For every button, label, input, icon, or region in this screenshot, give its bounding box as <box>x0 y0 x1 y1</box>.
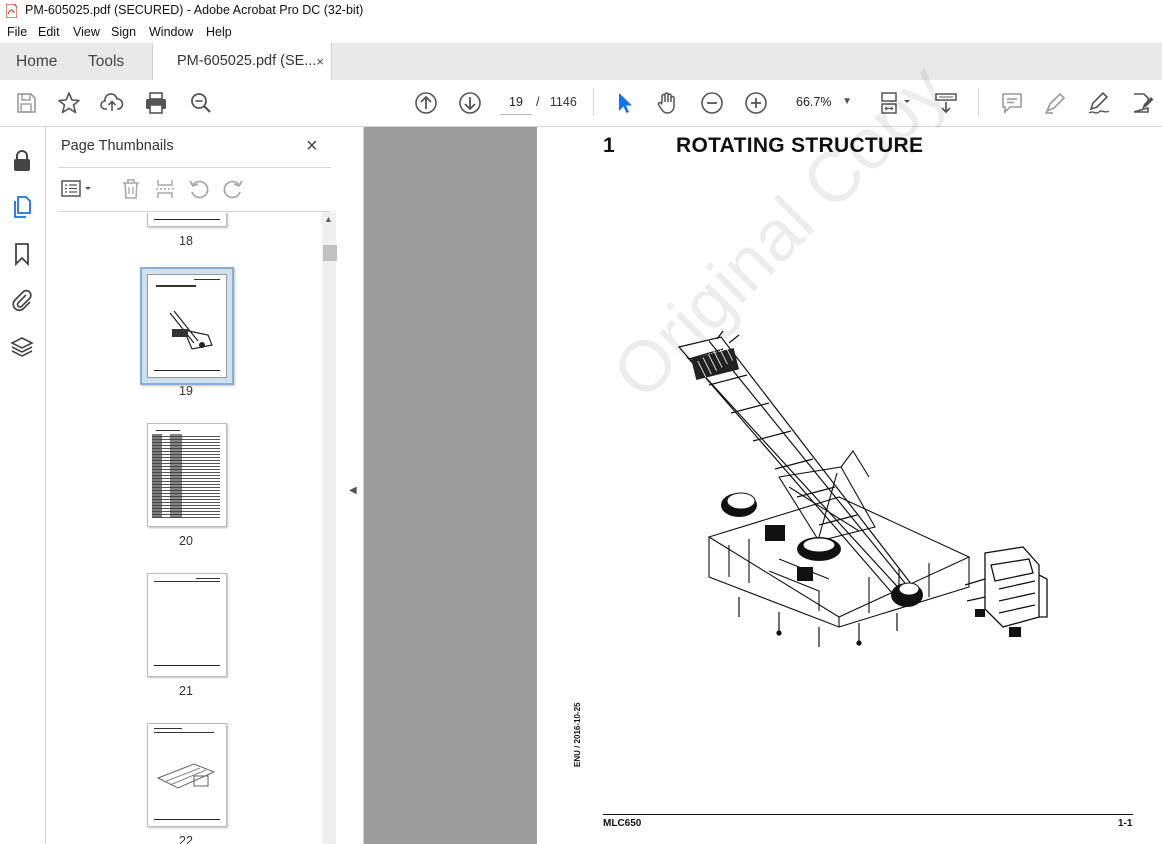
thumbnail-label: 19 <box>179 384 193 398</box>
rotate-left-icon[interactable] <box>187 177 211 201</box>
tab-document-label: PM-605025.pdf (SE... <box>177 53 317 69</box>
thumbnail-page[interactable] <box>147 213 227 227</box>
lock-icon[interactable] <box>10 149 34 173</box>
scroll-up-arrow-icon[interactable]: ▲ <box>324 214 333 224</box>
zoom-out-icon[interactable] <box>700 91 724 115</box>
thumbnail-scrollbar[interactable]: ▲ <box>322 212 337 844</box>
toolbar-divider <box>978 88 979 116</box>
rotate-right-icon[interactable] <box>221 177 245 201</box>
select-cursor-icon[interactable] <box>613 91 637 115</box>
save-icon[interactable] <box>14 91 38 115</box>
scrollbar-thumb[interactable] <box>323 245 337 261</box>
pages-icon[interactable] <box>10 195 34 219</box>
thumbnail-label: 20 <box>179 534 193 548</box>
zoom-in-icon[interactable] <box>744 91 768 115</box>
menu-file[interactable]: File <box>7 25 27 39</box>
thumbnail-drawing <box>156 763 216 789</box>
acrobat-pdf-icon <box>6 4 17 18</box>
window-title: PM-605025.pdf (SECURED) - Adobe Acrobat … <box>25 3 364 17</box>
panel-divider <box>58 167 331 168</box>
thumbnail-options-icon[interactable] <box>60 177 96 201</box>
pdf-page: 1 ROTATING STRUCTURE Original Copy ENU /… <box>537 49 1162 844</box>
title-bar: PM-605025.pdf (SECURED) - Adobe Acrobat … <box>0 0 1162 22</box>
thumbnail-page[interactable] <box>147 573 227 677</box>
thumbnail-page[interactable] <box>147 423 227 527</box>
rotating-structure-drawing <box>677 330 1048 647</box>
thumbnail-label: 22 <box>179 834 193 844</box>
comment-icon[interactable] <box>1000 91 1024 115</box>
thumbnail-list: 18 19 20 21 22 <box>58 213 320 844</box>
page-thumbnails-panel: Page Thumbnails × 18 19 20 21 22 <box>46 127 345 844</box>
footer-page-number: 1-1 <box>1118 818 1133 829</box>
panel-title: Page Thumbnails <box>61 138 174 154</box>
zoom-value: 66.7% <box>796 95 832 109</box>
sign-icon[interactable] <box>1087 91 1111 115</box>
thumbnail-drawing <box>169 310 213 350</box>
toolbar-divider <box>593 88 594 116</box>
document-viewer[interactable]: 1 ROTATING STRUCTURE Original Copy ENU /… <box>364 49 1162 844</box>
bookmark-icon[interactable] <box>10 242 34 266</box>
main-toolbar <box>0 80 1162 127</box>
panel-close-icon[interactable]: × <box>306 135 318 158</box>
star-icon[interactable] <box>57 91 81 115</box>
thumbnail-page <box>147 274 227 378</box>
page-separator: / <box>536 95 540 109</box>
footer-rule <box>603 814 1133 815</box>
delete-icon[interactable] <box>119 177 143 201</box>
thumbnail-label: 18 <box>179 234 193 248</box>
page-up-icon[interactable] <box>414 91 438 115</box>
highlight-icon[interactable] <box>1043 91 1067 115</box>
menu-edit[interactable]: Edit <box>38 25 60 39</box>
print-icon[interactable] <box>144 91 168 115</box>
thumbnail-selected-frame[interactable] <box>140 267 234 385</box>
hand-icon[interactable] <box>655 91 679 115</box>
layers-icon[interactable] <box>10 335 34 359</box>
tab-home[interactable]: Home <box>16 43 57 80</box>
thumbnail-page[interactable] <box>147 723 227 827</box>
insert-pages-icon[interactable] <box>153 177 177 201</box>
total-pages: 1146 <box>549 95 577 109</box>
chapter-number: 1 <box>603 134 615 157</box>
tab-tools[interactable]: Tools <box>88 43 124 80</box>
thumbnail-label: 21 <box>179 684 193 698</box>
tab-close-icon[interactable]: × <box>316 43 324 80</box>
tab-bar: Home Tools PM-605025.pdf (SE... × <box>0 43 1162 81</box>
edit-pdf-icon[interactable] <box>1130 91 1154 115</box>
menu-sign[interactable]: Sign <box>111 25 136 39</box>
panel-collapse-handle[interactable]: ◀ <box>344 127 364 844</box>
menu-view[interactable]: View <box>73 25 100 39</box>
document-code: ENU / 2016-10-25 <box>573 702 582 767</box>
menu-bar: File Edit View Sign Window Help <box>0 22 1162 43</box>
zoom-search-icon[interactable] <box>189 91 213 115</box>
page-number-input[interactable]: 19 <box>500 90 532 115</box>
left-navigation-rail <box>0 127 46 844</box>
page-total: / 1146 <box>536 90 577 114</box>
footer-model: MLC650 <box>603 818 642 829</box>
attachment-icon[interactable] <box>10 288 34 312</box>
tab-document[interactable]: PM-605025.pdf (SE... × <box>152 43 332 81</box>
collapse-arrow-icon: ◀ <box>349 485 357 496</box>
menu-help[interactable]: Help <box>206 25 232 39</box>
panel-divider <box>58 211 331 212</box>
page-down-icon[interactable] <box>458 91 482 115</box>
menu-window[interactable]: Window <box>149 25 193 39</box>
upload-icon[interactable] <box>100 91 124 115</box>
